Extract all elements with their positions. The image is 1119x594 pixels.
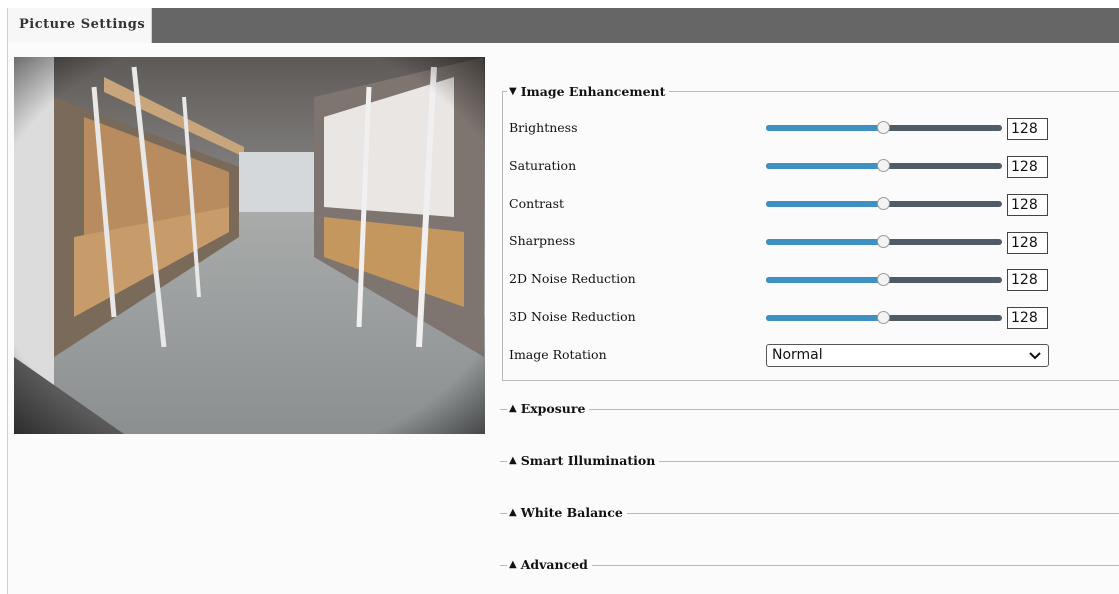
caret-up-icon: ▲ <box>509 455 517 466</box>
2d-noise-reduction-slider[interactable] <box>766 273 1002 286</box>
tab-picture-settings[interactable]: Picture Settings <box>8 8 152 43</box>
label-sharpness: Sharpness <box>509 233 576 248</box>
section-image-enhancement[interactable]: ▼ Image Enhancement <box>507 84 670 99</box>
contrast-input[interactable]: 128 <box>1007 194 1048 216</box>
label-saturation: Saturation <box>509 158 577 173</box>
3d-noise-reduction-slider[interactable] <box>766 311 1002 324</box>
sharpness-slider[interactable] <box>766 235 1002 248</box>
sharpness-input[interactable]: 128 <box>1007 232 1048 254</box>
brightness-input[interactable]: 128 <box>1007 118 1048 140</box>
caret-up-icon: ▲ <box>509 507 517 518</box>
caret-down-icon: ▼ <box>509 86 517 97</box>
slider-knob[interactable] <box>877 159 890 172</box>
caret-up-icon: ▲ <box>509 403 517 414</box>
label-contrast: Contrast <box>509 196 565 211</box>
2d-noise-reduction-input[interactable]: 128 <box>1007 269 1048 291</box>
section-advanced[interactable]: ▲ Advanced <box>507 557 592 572</box>
section-exposure[interactable]: ▲ Exposure <box>507 401 590 416</box>
advanced-rule <box>500 565 1119 566</box>
contrast-slider[interactable] <box>766 197 1002 210</box>
label-2d-noise-reduction: 2D Noise Reduction <box>509 271 636 286</box>
fieldset-left-border <box>502 91 503 380</box>
image-rotation-value: Normal <box>772 347 823 363</box>
fieldset-bottom-border <box>502 380 1119 381</box>
saturation-input[interactable]: 128 <box>1007 156 1048 178</box>
section-white-balance[interactable]: ▲ White Balance <box>507 505 627 520</box>
camera-preview <box>14 57 485 434</box>
slider-knob[interactable] <box>877 121 890 134</box>
label-3d-noise-reduction: 3D Noise Reduction <box>509 309 636 324</box>
label-brightness: Brightness <box>509 120 578 135</box>
slider-knob[interactable] <box>877 197 890 210</box>
section-smart-illumination[interactable]: ▲ Smart Illumination <box>507 453 660 468</box>
brightness-slider[interactable] <box>766 121 1002 134</box>
tab-bar: Picture Settings <box>8 8 1119 43</box>
saturation-slider[interactable] <box>766 159 1002 172</box>
slider-knob[interactable] <box>877 273 890 286</box>
slider-knob[interactable] <box>877 235 890 248</box>
slider-knob[interactable] <box>877 311 890 324</box>
image-rotation-select[interactable]: Normal <box>766 344 1049 367</box>
chevron-down-icon <box>1029 352 1041 360</box>
label-image-rotation: Image Rotation <box>509 347 607 362</box>
exposure-rule <box>500 409 1119 410</box>
caret-up-icon: ▲ <box>509 559 517 570</box>
3d-noise-reduction-input[interactable]: 128 <box>1007 307 1048 329</box>
